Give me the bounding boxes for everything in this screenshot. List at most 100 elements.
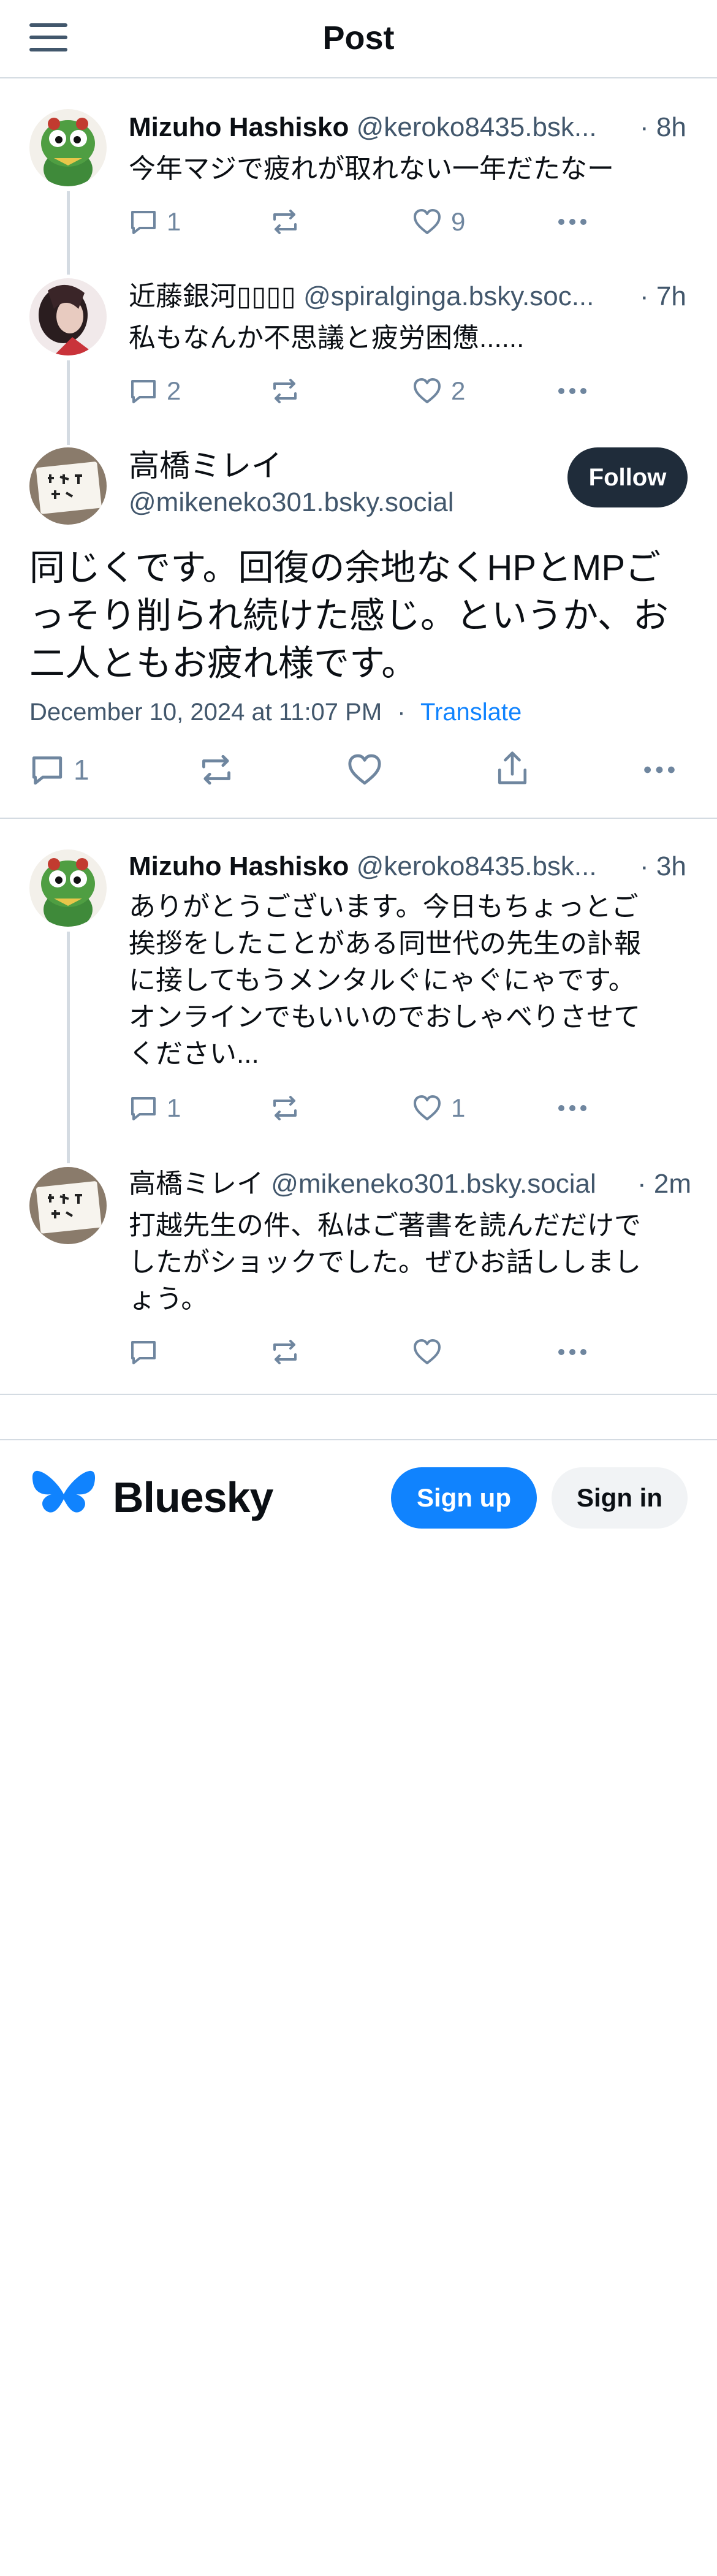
translate-link[interactable]: Translate [420, 699, 522, 726]
repost-icon [273, 379, 297, 403]
heart-icon [414, 209, 441, 234]
author-handle[interactable]: @mikeneko301.bsky.social [129, 485, 454, 520]
like-count: 1 [451, 1093, 466, 1122]
like-count: 9 [451, 207, 466, 236]
like-count: 2 [451, 376, 466, 405]
reply-button[interactable]: 2 [129, 374, 181, 408]
post-text: 今年マジで疲れが取れない一年だたなー [129, 154, 614, 184]
share-button[interactable] [495, 749, 529, 788]
post-text: 同じくです。回復の余地なくHPとMPごっそり削られ続けた感じ。というか、お二人と… [29, 548, 669, 683]
repost-button[interactable] [270, 1091, 300, 1125]
reply-count: 1 [167, 1093, 181, 1122]
author-handle[interactable]: @spiralginga.bsky.soc... [303, 281, 594, 311]
more-options-button[interactable] [556, 1091, 588, 1125]
like-button[interactable]: 2 [412, 374, 465, 408]
author-handle[interactable]: @keroko8435.bsk... [357, 851, 597, 881]
sign-up-button[interactable]: Sign up [391, 1467, 537, 1529]
post-time[interactable]: · 7h [640, 279, 686, 314]
post-time[interactable]: · 3h [640, 849, 686, 884]
repost-button[interactable] [197, 751, 235, 788]
repost-icon [273, 1096, 297, 1120]
heart-icon [348, 754, 381, 785]
post-time[interactable]: · 8h [640, 110, 686, 145]
reply-count: 1 [74, 754, 89, 786]
heart-icon [414, 1095, 441, 1120]
author-handle[interactable]: @keroko8435.bsk... [357, 112, 597, 142]
ellipsis-icon [558, 388, 586, 394]
text-line: に接してもうメンタルぐにゃぐにゃです。 [129, 965, 635, 995]
reply-count: 2 [167, 376, 181, 405]
heart-icon [414, 1339, 441, 1364]
thread-line [67, 932, 70, 1163]
share-icon [498, 751, 527, 785]
avatar[interactable] [29, 278, 107, 355]
like-button[interactable]: 9 [412, 205, 465, 239]
author-name[interactable]: Mizuho Hashisko [129, 112, 349, 142]
ellipsis-icon [558, 1105, 586, 1111]
text-line: したがショックでした。ぜひお話ししまし [129, 1247, 641, 1277]
like-button[interactable]: 1 [412, 1091, 465, 1125]
more-options-button[interactable] [642, 751, 677, 788]
like-button[interactable] [412, 1335, 442, 1369]
reply-icon [131, 1341, 156, 1364]
follow-button[interactable]: Follow [567, 447, 688, 507]
reply-icon [32, 756, 63, 785]
ellipsis-icon [644, 766, 675, 773]
thread-line [67, 360, 70, 445]
text-line: ありがとうございます。今日もちょっとご [129, 892, 639, 922]
more-options-button[interactable] [556, 1335, 588, 1369]
text-line: オンラインでもいいのでおしゃべりさせて [129, 1002, 641, 1032]
reply-button[interactable]: 1 [129, 1091, 181, 1125]
post-header: Mizuho Hashisko @keroko8435.bsk... [129, 110, 625, 145]
avatar[interactable] [29, 849, 107, 927]
post-date: December 10, 2024 at 11:07 PM [29, 699, 382, 726]
reply-button[interactable] [129, 1335, 158, 1369]
post-text: 打越先生の件、私はご著書を読んだだけで したがショックでした。ぜひお話ししまし … [129, 1207, 680, 1318]
ellipsis-icon [558, 219, 586, 225]
author-emoji: ▯▯▯▯ [237, 281, 296, 311]
bluesky-logo-icon[interactable] [32, 1467, 96, 1526]
text-line: 挨拶をしたことがある同世代の先生の訃報 [129, 929, 641, 959]
post-header: Mizuho Hashisko @keroko8435.bsk... [129, 849, 625, 884]
text-line: ください... [129, 1039, 259, 1069]
separator: · [397, 699, 406, 726]
post-text: 私もなんか不思議と疲労困憊...... [129, 323, 525, 353]
author-name[interactable]: Mizuho Hashisko [129, 851, 349, 881]
top-bar: Post [0, 0, 717, 78]
avatar[interactable] [29, 109, 107, 186]
author-name[interactable]: 近藤銀河 [129, 281, 237, 311]
repost-button[interactable] [270, 374, 300, 408]
page-title: Post [322, 20, 395, 56]
avatar[interactable] [29, 1167, 107, 1244]
post-time[interactable]: · 2m [637, 1167, 691, 1201]
author-name[interactable]: 高橋ミレイ [129, 447, 282, 484]
repost-icon [273, 210, 297, 234]
post-timestamp: December 10, 2024 at 11:07 PM · Translat… [29, 695, 522, 729]
ellipsis-icon [558, 1349, 586, 1355]
reply-icon [131, 211, 156, 234]
reply-button[interactable]: 1 [29, 751, 89, 788]
thread-line [67, 191, 70, 275]
reply-button[interactable]: 1 [129, 205, 181, 239]
repost-icon [273, 1340, 297, 1364]
repost-button[interactable] [270, 205, 300, 239]
post-text: ありがとうございます。今日もちょっとご 挨拶をしたことがある同世代の先生の訃報 … [129, 889, 680, 1073]
author-name[interactable]: 高橋ミレイ [129, 1169, 264, 1199]
text-line: ょう。 [129, 1284, 208, 1314]
divider [0, 818, 717, 819]
post-header: 近藤銀河▯▯▯▯ @spiralginga.bsky.soc... [129, 279, 637, 314]
divider [0, 1394, 717, 1395]
avatar[interactable] [29, 447, 107, 525]
brand-name: Bluesky [113, 1473, 273, 1521]
like-button[interactable] [346, 751, 384, 788]
more-options-button[interactable] [556, 205, 588, 239]
reply-count: 1 [167, 207, 181, 236]
more-options-button[interactable] [556, 374, 588, 408]
sign-in-button[interactable]: Sign in [552, 1467, 688, 1529]
repost-button[interactable] [270, 1335, 300, 1369]
reply-icon [131, 380, 156, 403]
post-header: 高橋ミレイ @mikeneko301.bsky.social [129, 1167, 637, 1201]
heart-icon [414, 378, 441, 403]
author-handle[interactable]: @mikeneko301.bsky.social [271, 1169, 596, 1199]
repost-icon [202, 754, 230, 785]
